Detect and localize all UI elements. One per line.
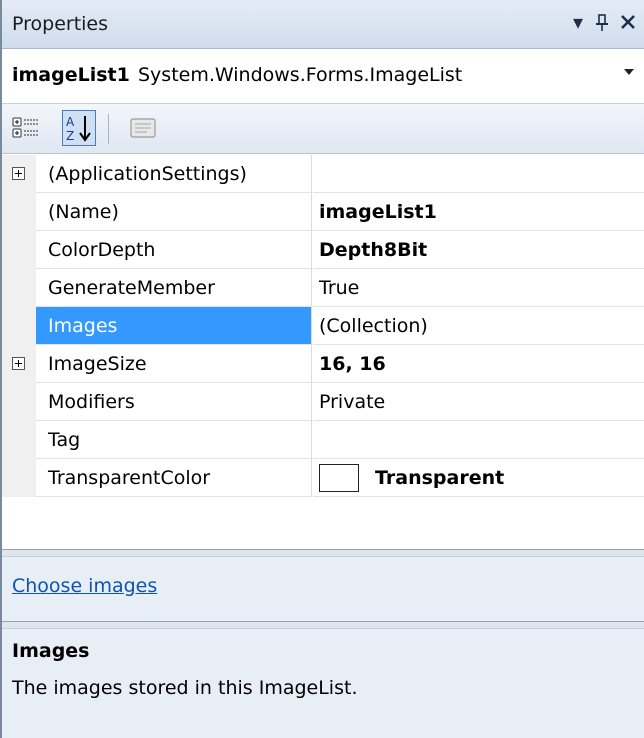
property-row-generatemember[interactable]: GenerateMember True [2,269,644,307]
description-pane: Images The images stored in this ImageLi… [2,629,644,738]
property-name: ColorDepth [36,231,312,269]
auto-hide-pin-icon[interactable] [590,10,614,36]
row-gutter [2,459,36,497]
property-row-images[interactable]: Images (Collection) ... [2,307,644,345]
grid-empty-area [2,497,644,549]
property-row-applicationsettings[interactable]: (ApplicationSettings) [2,155,644,193]
row-gutter [2,421,36,459]
title-bar: Properties ▾ [2,0,644,49]
commands-pane: Choose images [2,557,644,621]
properties-toolbar: A Z [2,104,644,154]
property-name: ImageSize [36,345,312,383]
properties-panel: Properties ▾ imageList1 System.Windows.F… [0,0,644,738]
object-selector[interactable]: imageList1 System.Windows.Forms.ImageLis… [2,49,644,104]
expand-plus-icon[interactable] [12,167,25,180]
toolbar-separator [108,114,109,144]
categorized-button[interactable] [10,110,44,146]
window-position-dropdown-icon[interactable]: ▾ [566,10,590,36]
property-grid: (ApplicationSettings) (Name) imageList1 … [2,155,644,497]
choose-images-link[interactable]: Choose images [12,575,157,597]
property-row-imagesize[interactable]: ImageSize 16, 16 [2,345,644,383]
property-row-modifiers[interactable]: Modifiers Private [2,383,644,421]
row-gutter [2,231,36,269]
property-name: Images [36,307,312,345]
property-value-text: Transparent [375,467,505,489]
property-name: Modifiers [36,383,312,421]
property-pages-icon [130,118,156,138]
alphabetical-icon: A Z [66,115,91,143]
property-value[interactable]: Depth8Bit [313,231,644,269]
property-value[interactable]: (Collection) ... [313,307,644,345]
property-row-colordepth[interactable]: ColorDepth Depth8Bit [2,231,644,269]
property-value[interactable]: Transparent [313,459,644,497]
property-name: (ApplicationSettings) [36,155,312,193]
chevron-down-icon[interactable] [624,69,634,75]
svg-text:A: A [66,115,75,129]
svg-text:Z: Z [66,129,74,143]
categorized-icon [12,117,38,138]
row-gutter [2,269,36,307]
property-row-transparentcolor[interactable]: TransparentColor Transparent [2,459,644,497]
property-value[interactable]: True [313,269,644,307]
property-pages-button[interactable] [126,110,160,146]
panel-title: Properties [12,13,109,35]
row-gutter [2,383,36,421]
property-row-tag[interactable]: Tag [2,421,644,459]
property-name: TransparentColor [36,459,312,497]
row-gutter [2,307,36,345]
row-gutter [2,193,36,231]
description-text: The images stored in this ImageList. [12,677,358,699]
property-value[interactable]: 16, 16 [313,345,644,383]
row-gutter [2,345,36,383]
property-name: GenerateMember [36,269,312,307]
commands-splitter[interactable] [2,549,644,557]
description-splitter[interactable] [2,621,644,629]
property-value[interactable] [313,421,644,459]
property-name: (Name) [36,193,312,231]
close-icon[interactable] [616,10,640,36]
property-value[interactable]: imageList1 [313,193,644,231]
expand-plus-icon[interactable] [12,357,25,370]
property-value[interactable] [313,155,644,193]
alphabetical-button[interactable]: A Z [62,110,96,146]
description-title: Images [12,640,90,662]
color-swatch [319,464,359,492]
property-value[interactable]: Private [313,383,644,421]
property-name: Tag [36,421,312,459]
object-type: System.Windows.Forms.ImageList [138,64,463,86]
property-row-name[interactable]: (Name) imageList1 [2,193,644,231]
row-gutter [2,155,36,193]
object-name: imageList1 [12,64,130,86]
property-value-text: (Collection) [319,315,428,337]
